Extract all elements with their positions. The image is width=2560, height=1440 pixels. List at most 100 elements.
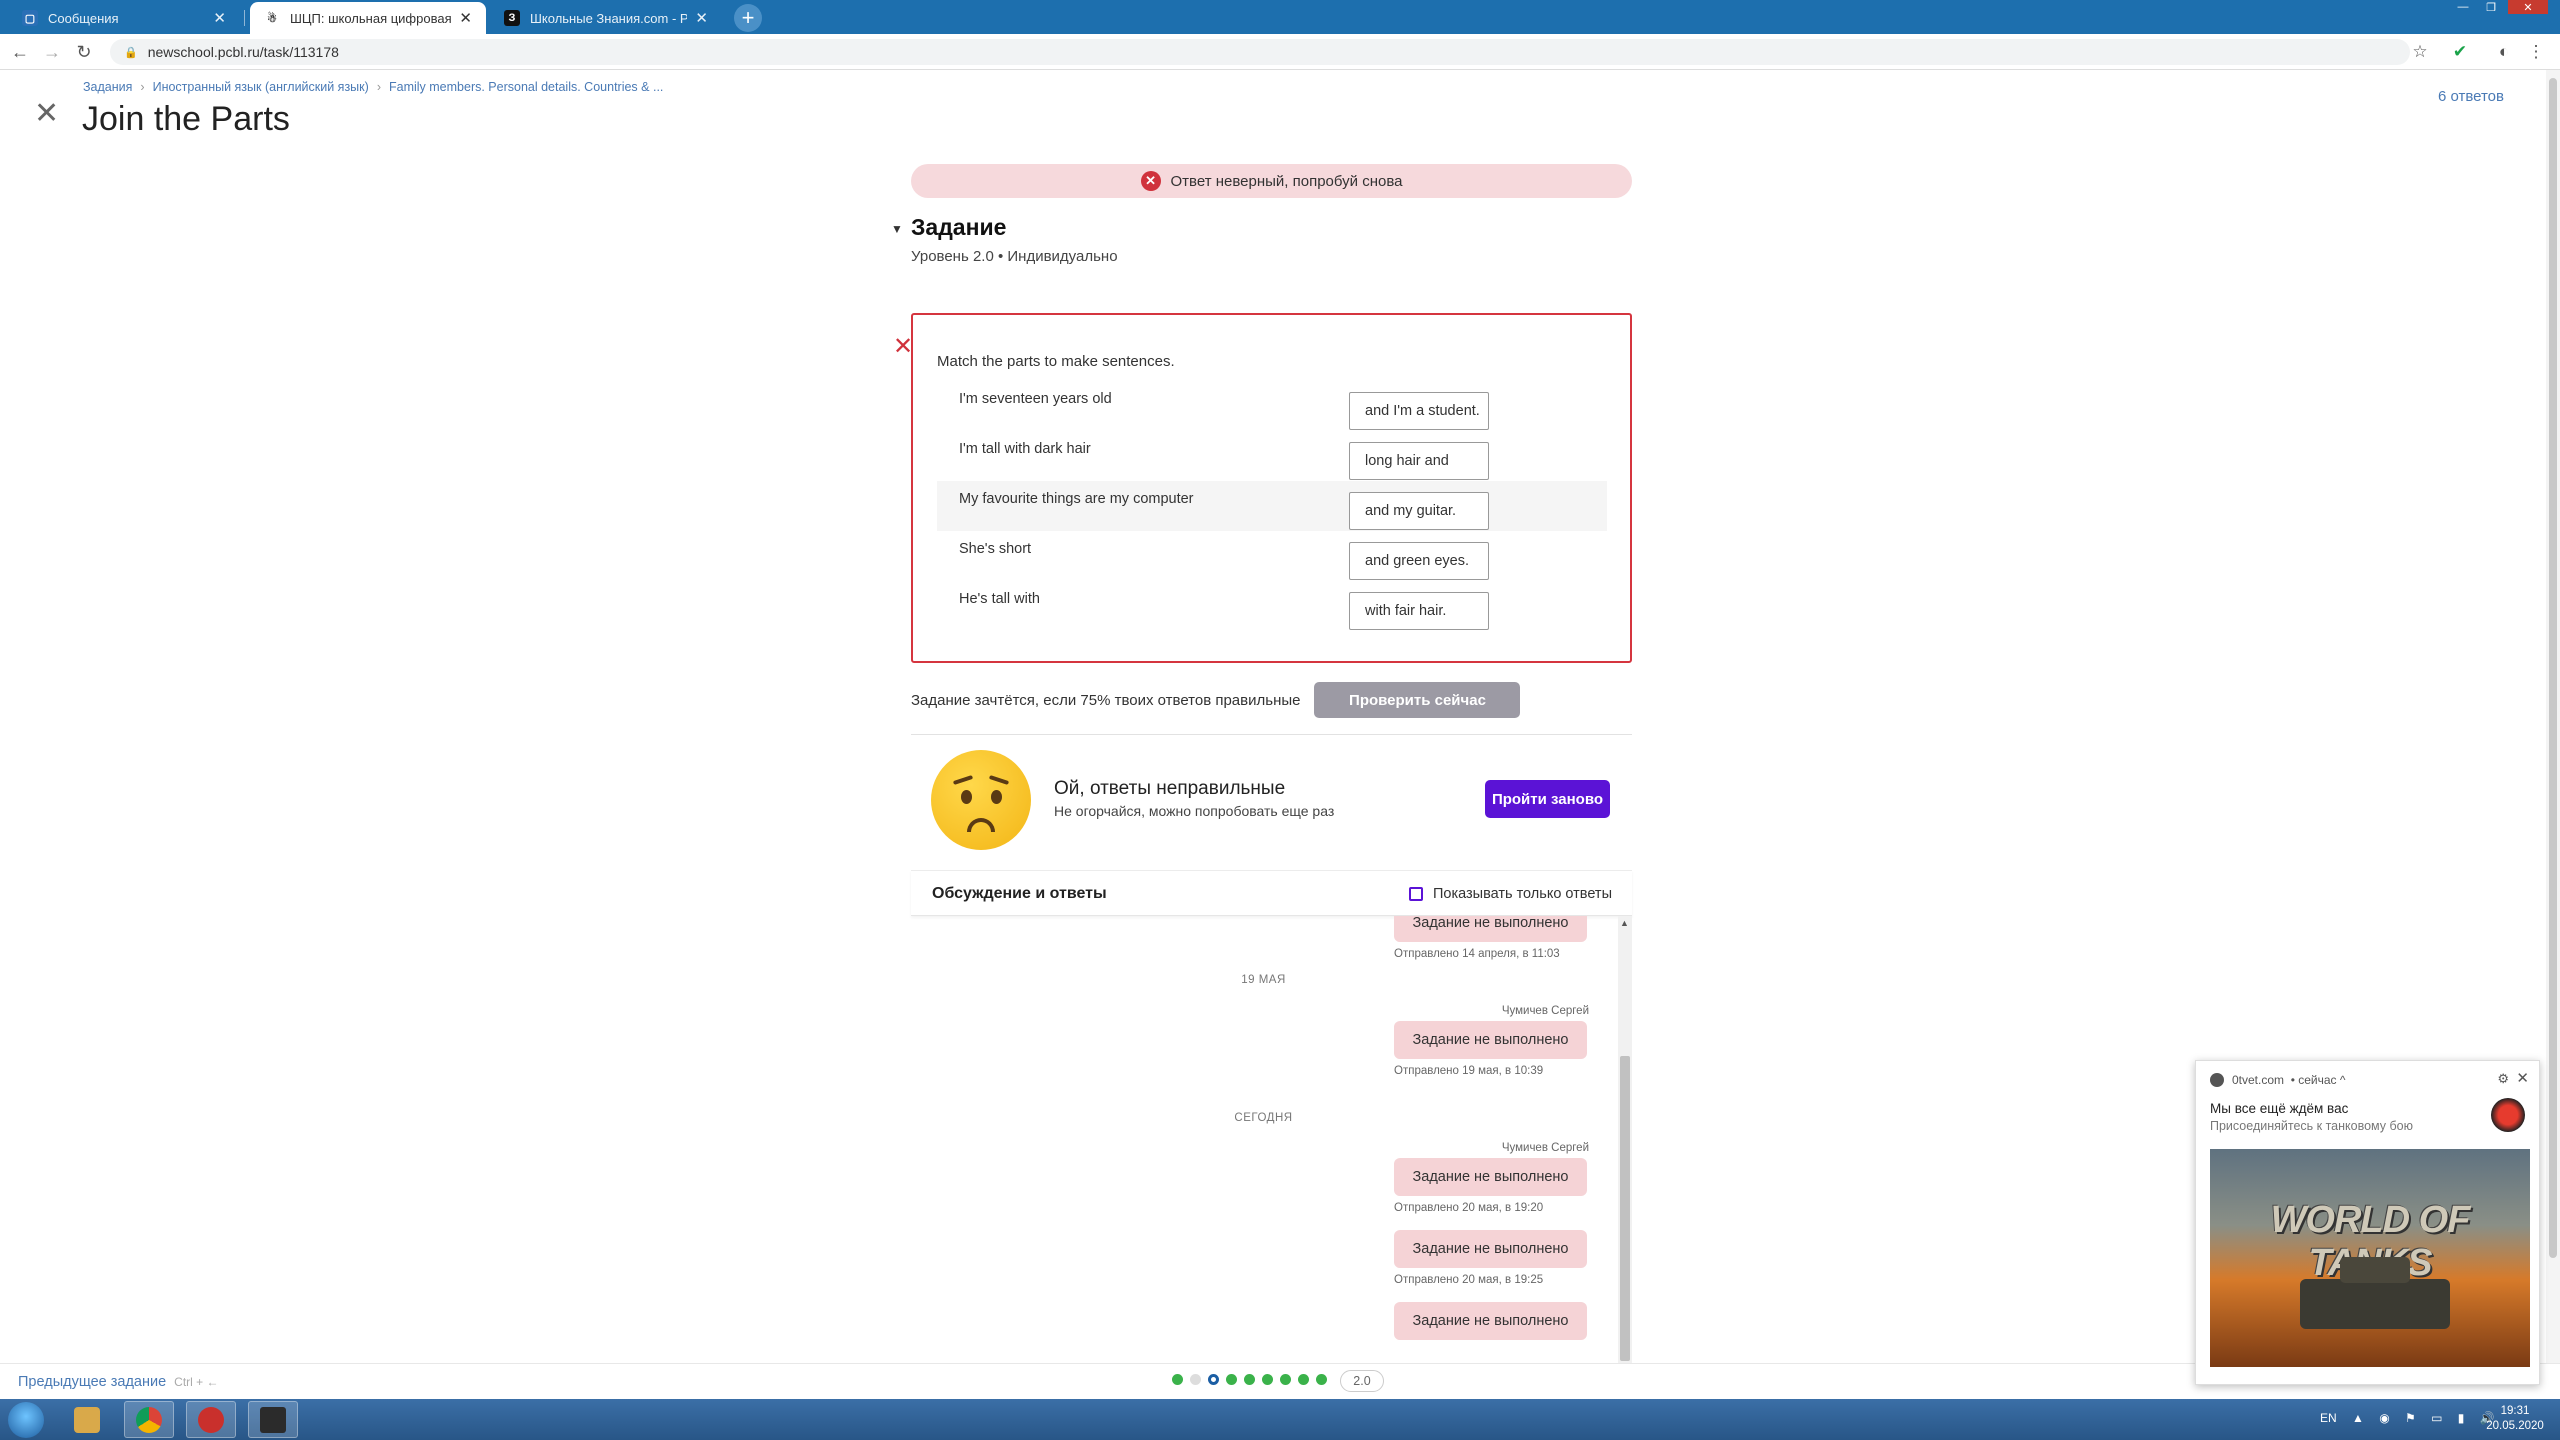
browser-tab-znaniya[interactable]: З Школьные Знания.com - Решае ✕ <box>490 2 722 34</box>
tray-icons[interactable]: ▲ ◉ ⚑ ▭ ▮ 🔊 <box>2352 1411 2501 1425</box>
check-now-button[interactable]: Проверить сейчас <box>1314 682 1521 718</box>
address-bar[interactable]: 🔒 newschool.pcbl.ru/task/113178 <box>110 39 2410 65</box>
close-icon[interactable]: ✕ <box>2516 1069 2529 1087</box>
breadcrumb-separator: › <box>140 80 145 94</box>
sent-time: Отправлено 19 мая, в 10:39 <box>1394 1065 1544 1077</box>
messages-favicon-icon: ▢ <box>22 10 38 26</box>
close-icon[interactable]: ✕ <box>213 9 226 27</box>
level-badge: 2.0 <box>1340 1370 1384 1392</box>
task-navigation: Предыдущее задание Ctrl + ← 2.0 <box>0 1363 2560 1399</box>
discussion-chat: Задание не выполнено Отправлено 14 апрел… <box>911 916 1632 1365</box>
wot-icon <box>260 1406 286 1433</box>
error-banner: ✕ Ответ неверный, попробуй снова <box>911 164 1632 198</box>
restore-icon[interactable]: ❐ <box>2478 0 2504 14</box>
new-tab-button[interactable]: + <box>734 4 762 32</box>
sent-time: Отправлено 14 апреля, в 11:03 <box>1394 948 1560 960</box>
message-author: Чумичев Сергей <box>1501 1005 1589 1017</box>
message-bubble: Задание не выполнено <box>1394 916 1587 942</box>
breadcrumb-separator: › <box>376 80 381 94</box>
profile-avatar-icon[interactable]: ◐ <box>2494 42 2514 62</box>
back-arrow-icon[interactable]: ← <box>8 40 32 64</box>
tray-clock[interactable]: 19:31 20.05.2020 <box>2480 1404 2550 1434</box>
progress-dot[interactable] <box>1190 1374 1201 1385</box>
pair-right-card[interactable]: and green eyes. <box>1349 542 1489 580</box>
window-close-icon[interactable]: ✕ <box>2508 0 2548 14</box>
message-author: Чумичев Сергей <box>1501 1142 1589 1154</box>
tab-title: ШЦП: школьная цифровая пла <box>290 10 452 26</box>
tab-divider <box>244 10 245 26</box>
pair-right-card[interactable]: and I'm a student. <box>1349 392 1489 430</box>
answers-only-checkbox[interactable]: Показывать только ответы <box>1408 886 1612 902</box>
browser-tab-messages[interactable]: ▢ Сообщения ✕ <box>8 2 240 34</box>
language-indicator[interactable]: EN <box>2320 1411 2337 1425</box>
close-icon[interactable]: ✕ <box>695 9 708 27</box>
taskbar-app-wargaming[interactable] <box>186 1401 236 1438</box>
progress-dot[interactable] <box>1172 1374 1183 1385</box>
lock-icon: 🔒 <box>124 46 138 59</box>
close-task-icon[interactable]: ✕ <box>34 96 59 131</box>
pair-row: My favourite things are my computer and … <box>937 481 1607 531</box>
page-title: Join the Parts <box>82 100 290 138</box>
media-player-icon <box>74 1406 100 1433</box>
bookmark-star-icon[interactable]: ☆ <box>2410 42 2430 62</box>
progress-dot[interactable] <box>1244 1374 1255 1385</box>
pair-right-card[interactable]: with fair hair. <box>1349 592 1489 630</box>
breadcrumb-item[interactable]: Family members. Personal details. Countr… <box>389 80 663 94</box>
progress-dot[interactable] <box>1280 1374 1291 1385</box>
breadcrumb-item[interactable]: Иностранный язык (английский язык) <box>153 80 369 94</box>
checkbox-icon[interactable] <box>1408 887 1423 901</box>
taskbar-app-chrome[interactable] <box>124 1401 174 1438</box>
scroll-up-icon[interactable]: ▲ <box>1620 918 1629 928</box>
result-card: Ой, ответы неправильные Не огорчайся, мо… <box>911 750 1632 852</box>
retry-button[interactable]: Пройти заново <box>1485 780 1610 818</box>
clock-date: 20.05.2020 <box>2486 1420 2544 1432</box>
pair-right-card[interactable]: and my guitar. <box>1349 492 1489 530</box>
message-bubble: Задание не выполнено <box>1394 1230 1587 1268</box>
notification-time: • сейчас ^ <box>2290 1073 2346 1087</box>
page-scrollbar[interactable] <box>2546 70 2560 1365</box>
push-notification[interactable]: 0tvet.com • сейчас ^ ⚙ ✕ Мы все ещё ждём… <box>2195 1060 2540 1385</box>
start-button[interactable] <box>8 1402 44 1438</box>
progress-dot[interactable] <box>1226 1374 1237 1385</box>
notification-image[interactable]: WORLD OF TANKS <box>2210 1149 2530 1367</box>
task-heading[interactable]: ▼ Задание <box>891 214 1632 241</box>
previous-task-link[interactable]: Предыдущее задание Ctrl + ← <box>18 1374 219 1390</box>
pair-right-card[interactable]: long hair and <box>1349 442 1489 480</box>
progress-dot[interactable] <box>1208 1374 1219 1385</box>
scrollbar-thumb[interactable] <box>1620 1056 1630 1361</box>
progress-dot[interactable] <box>1316 1374 1327 1385</box>
progress-dot[interactable] <box>1262 1374 1273 1385</box>
discussion-header: Обсуждение и ответы Показывать только от… <box>911 870 1632 916</box>
scrollbar-thumb[interactable] <box>2549 78 2557 1258</box>
pair-row: He's tall with with fair hair. <box>937 581 1607 631</box>
breadcrumb-item[interactable]: Задания <box>83 80 132 94</box>
taskbar-app-wot[interactable] <box>248 1401 298 1438</box>
pair-left-text: I'm tall with dark hair <box>959 441 1091 457</box>
browser-toolbar: ← → ↻ 🔒 newschool.pcbl.ru/task/113178 ☆ … <box>0 34 2560 70</box>
message-bubble: Задание не выполнено <box>1394 1302 1587 1340</box>
progress-dot[interactable] <box>1298 1374 1309 1385</box>
znaniya-favicon-icon: З <box>504 10 520 26</box>
reload-icon[interactable]: ↻ <box>72 40 96 64</box>
task-meta: Уровень 2.0 • Индивидуально <box>911 248 1118 265</box>
close-icon[interactable]: ✕ <box>459 9 472 27</box>
gear-icon[interactable]: ⚙ <box>2497 1071 2509 1087</box>
extension-check-icon[interactable]: ✔ <box>2450 42 2470 62</box>
menu-kebab-icon[interactable]: ⋮ <box>2526 42 2546 62</box>
browser-tab-school[interactable]: ☃ ШЦП: школьная цифровая пла ✕ <box>250 2 486 34</box>
caret-down-icon[interactable]: ▼ <box>891 222 903 236</box>
pair-left-text: She's short <box>959 541 1032 557</box>
answers-count-link[interactable]: 6 ответов <box>2438 88 2504 105</box>
pair-left-text: He's tall with <box>959 591 1040 607</box>
sad-face-icon <box>931 750 1031 850</box>
taskbar-app-media[interactable] <box>62 1401 112 1438</box>
pair-left-text: I'm seventeen years old <box>959 391 1112 407</box>
error-banner-text: Ответ неверный, попробуй снова <box>1170 172 1403 190</box>
pair-row: She's short and green eyes. <box>937 531 1607 581</box>
page-content: ✕ Задания › Иностранный язык (английский … <box>0 70 2560 1365</box>
chat-scrollbar[interactable]: ▲ <box>1618 916 1632 1365</box>
previous-task-label: Предыдущее задание <box>18 1374 167 1390</box>
shortcut-hint: Ctrl + ← <box>174 1375 219 1389</box>
minimize-icon[interactable]: — <box>2450 0 2476 14</box>
forward-arrow-icon[interactable]: → <box>40 40 64 64</box>
